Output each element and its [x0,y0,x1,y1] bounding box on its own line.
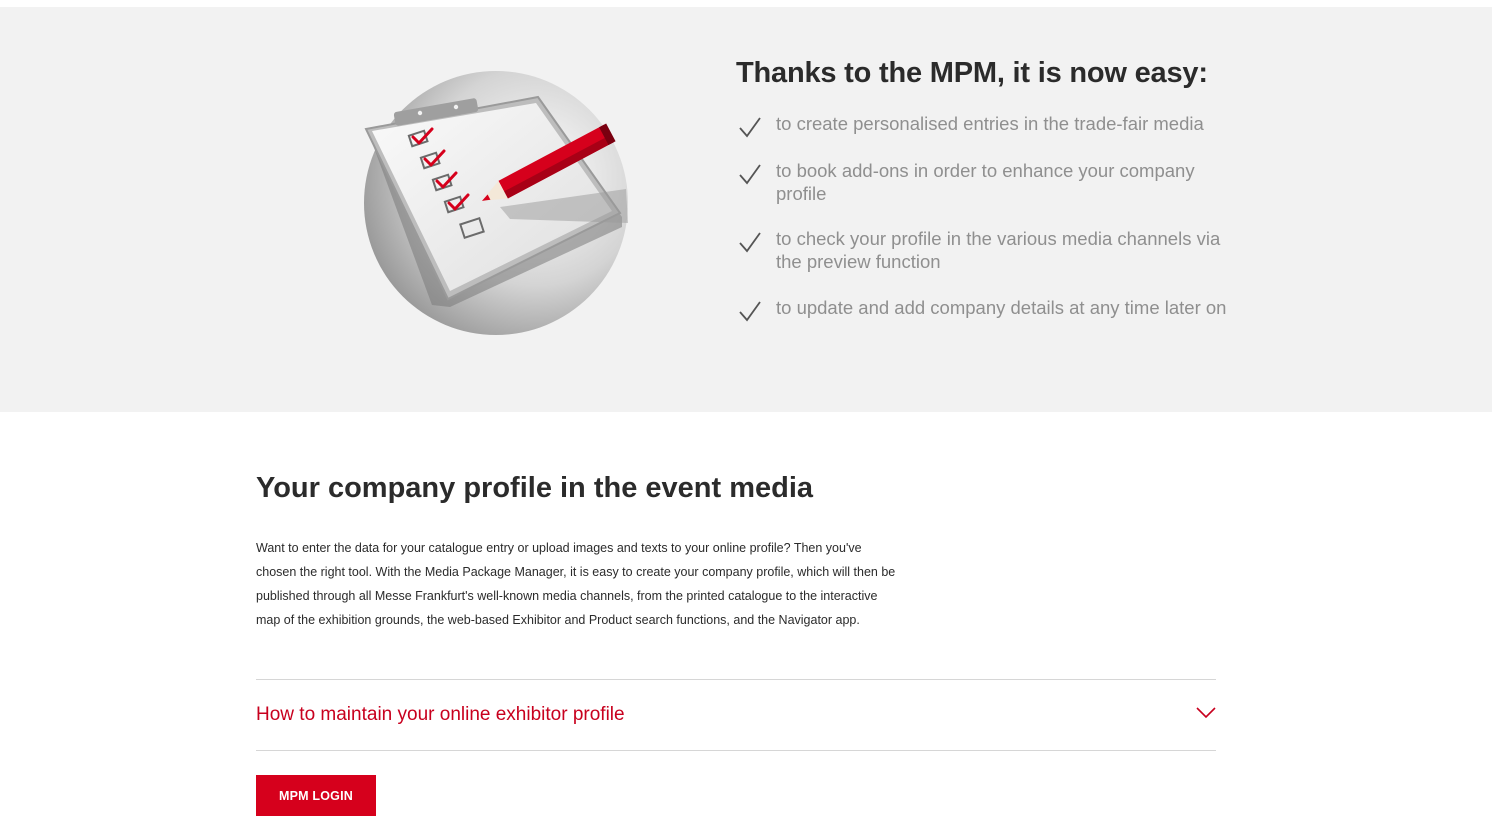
benefit-text: to book add-ons in order to enhance your… [776,160,1195,204]
accordion-maintain-profile[interactable]: How to maintain your online exhibitor pr… [256,679,1216,751]
top-strip [0,0,1492,7]
benefit-item: to check your profile in the various med… [736,228,1236,297]
benefit-text: to check your profile in the various med… [776,228,1221,272]
benefit-text: to create personalised entries in the tr… [776,113,1204,134]
checkmark-icon [739,232,761,253]
intro-paragraph: Want to enter the data for your catalogu… [256,541,896,627]
mpm-login-button[interactable]: MPM LOGIN [256,775,376,816]
checkmark-icon [739,117,761,138]
section-title: Your company profile in the event media [256,472,814,504]
benefit-item: to create personalised entries in the tr… [736,113,1236,160]
checkmark-icon [739,164,761,185]
benefit-item: to book add-ons in order to enhance your… [736,160,1236,228]
benefit-item: to update and add company details at any… [736,297,1236,343]
benefits-list: to create personalised entries in the tr… [736,113,1236,343]
checklist-clipboard-illustration [364,71,628,335]
benefit-text: to update and add company details at any… [776,297,1227,318]
checkmark-icon [739,301,761,322]
hero-title: Thanks to the MPM, it is now easy: [736,57,1208,89]
chevron-down-icon[interactable] [1196,706,1216,720]
accordion-label[interactable]: How to maintain your online exhibitor pr… [256,704,625,726]
hero-section: Thanks to the MPM, it is now easy: to cr… [0,7,1492,412]
